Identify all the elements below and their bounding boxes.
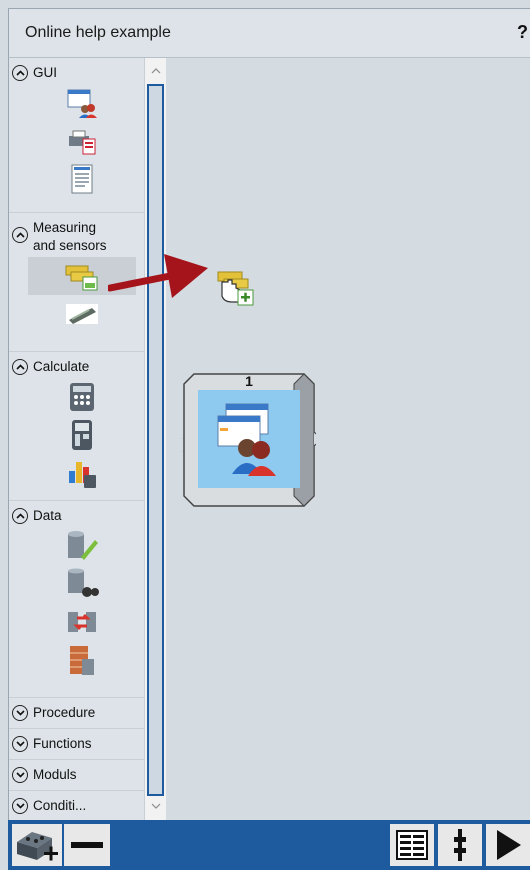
scrollbar-thumb[interactable] (147, 84, 164, 796)
drag-arrow-icon (108, 254, 208, 298)
title-bar: Online help example ? (8, 8, 530, 58)
list-view-button[interactable] (390, 824, 434, 866)
sidebar-scrollbar[interactable] (144, 58, 166, 820)
list-view-icon (396, 830, 428, 860)
chevron-down-icon[interactable] (12, 705, 28, 721)
gui-window-users-icon (217, 403, 276, 476)
calculator-icon[interactable] (53, 378, 111, 416)
drag-hand-measuring-icon (217, 271, 254, 306)
chevron-up-icon[interactable] (12, 65, 28, 81)
run-button[interactable] (486, 824, 530, 866)
section-header-procedure[interactable]: Procedure (9, 698, 145, 728)
app-window: Online help example ? GUI Measuring and … (0, 0, 530, 870)
document-icon[interactable] (53, 160, 111, 198)
bottom-toolbar (8, 820, 530, 870)
section-header-moduls[interactable]: Moduls (9, 760, 145, 790)
block-icon-tile (198, 390, 300, 488)
add-block-button[interactable] (12, 824, 62, 866)
database-transfer-icon[interactable] (53, 603, 111, 641)
chevron-down-icon[interactable] (12, 736, 28, 752)
section-label: Conditi... (33, 798, 87, 813)
chart-calculator-icon[interactable] (53, 454, 111, 492)
section-moduls: Moduls (9, 760, 145, 791)
section-calculate: Calculate (9, 352, 145, 501)
minus-icon (71, 842, 103, 848)
database-bricks-icon[interactable] (53, 641, 111, 679)
chevron-down-icon[interactable] (12, 767, 28, 783)
section-functions: Functions (9, 729, 145, 760)
chevron-up-icon[interactable] (12, 359, 28, 375)
section-header-conditions[interactable]: Conditi... (9, 791, 145, 820)
play-icon (497, 830, 521, 860)
section-label-line1: Measuring (33, 220, 97, 235)
section-label: Procedure (33, 705, 96, 720)
chevron-up-icon[interactable] (12, 508, 28, 524)
sensor-device-icon[interactable] (53, 295, 111, 333)
section-header-data[interactable]: Data (9, 501, 145, 527)
section-header-functions[interactable]: Functions (9, 729, 145, 759)
window-title: Online help example (25, 24, 171, 41)
chevron-up-icon[interactable] (12, 227, 28, 243)
section-label: Moduls (33, 767, 77, 782)
add-block-icon (17, 832, 58, 861)
section-procedure: Procedure (9, 698, 145, 729)
section-label: Measuring and sensors (33, 219, 107, 255)
step-button[interactable] (438, 824, 482, 866)
scroll-down-arrow[interactable] (145, 796, 166, 816)
gui-window-users-icon[interactable] (53, 84, 111, 122)
workflow-canvas[interactable]: 1 (108, 58, 530, 820)
workflow-block[interactable]: 1 (182, 372, 316, 508)
pocket-calculator-icon[interactable] (53, 416, 111, 454)
chevron-down-icon[interactable] (12, 798, 28, 814)
section-label: Functions (33, 736, 92, 751)
remove-button[interactable] (64, 824, 110, 866)
section-data: Data (9, 501, 145, 698)
printer-icon[interactable] (53, 122, 111, 160)
database-edit-icon[interactable] (53, 527, 111, 565)
section-label: Calculate (33, 359, 90, 374)
toolbox-sidebar: GUI Measuring and sensors Calculate Data… (8, 58, 145, 820)
section-conditions: Conditi... (9, 791, 145, 820)
block-number: 1 (245, 373, 253, 389)
section-header-gui[interactable]: GUI (9, 58, 145, 84)
help-button[interactable]: ? (517, 22, 528, 43)
scroll-up-arrow[interactable] (145, 61, 166, 81)
database-search-icon[interactable] (53, 565, 111, 603)
section-label-line2: and sensors (33, 238, 107, 253)
section-label: Data (33, 508, 62, 523)
section-header-calculate[interactable]: Calculate (9, 352, 145, 378)
step-icon (454, 829, 466, 861)
section-label: GUI (33, 65, 58, 80)
section-gui: GUI (9, 58, 145, 213)
